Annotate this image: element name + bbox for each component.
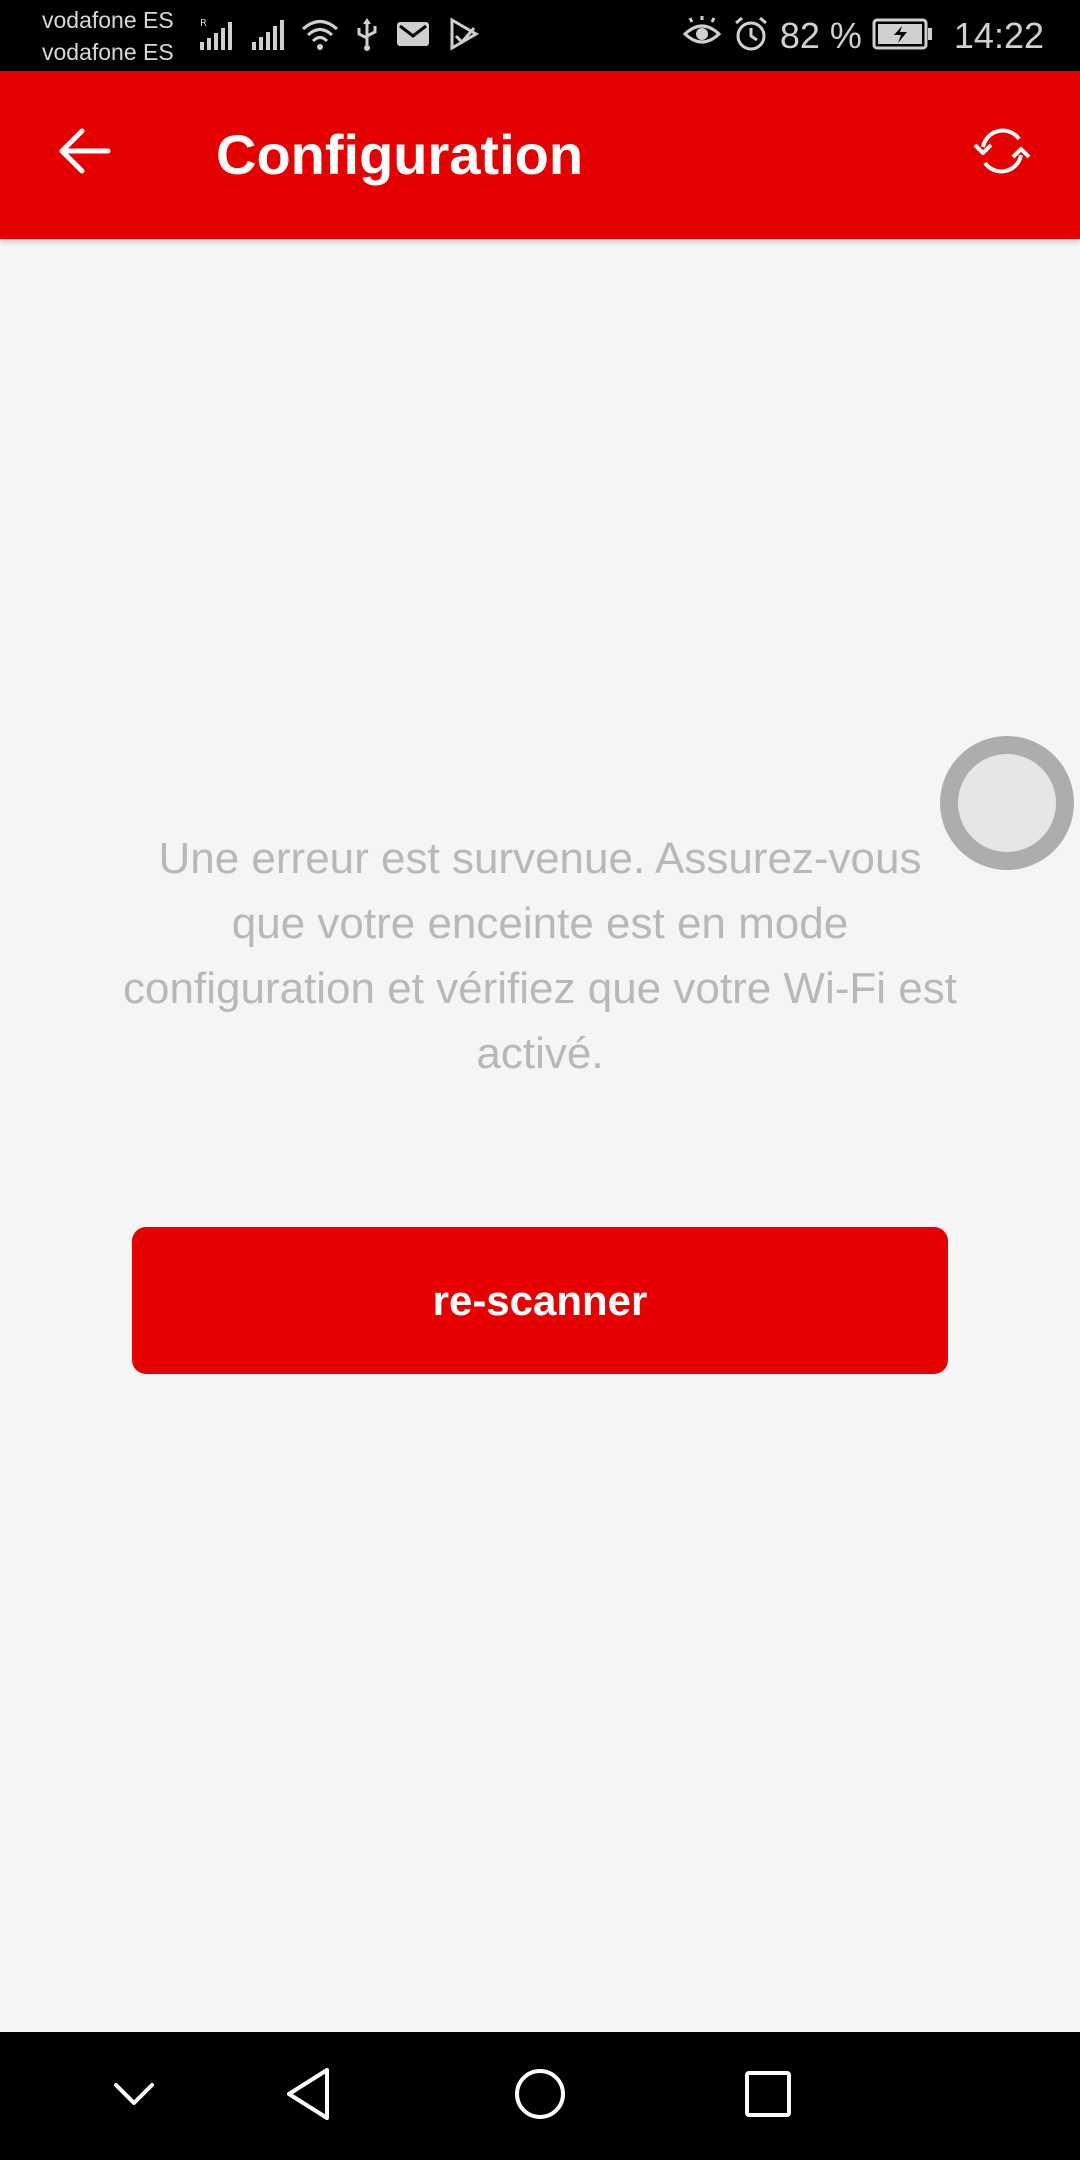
navigation-bar xyxy=(0,2032,1080,2160)
status-icons-left: R xyxy=(198,14,480,58)
signal-icon xyxy=(248,16,286,57)
back-triangle-icon xyxy=(283,2066,333,2127)
status-bar: vodafone ES vodafone ES R 82 % 14:22 xyxy=(0,0,1080,71)
clock: 14:22 xyxy=(953,15,1044,56)
nav-back-button[interactable] xyxy=(268,2056,348,2136)
carrier-labels: vodafone ES vodafone ES xyxy=(42,4,174,68)
floating-assistive-inner xyxy=(958,754,1056,852)
wifi-icon xyxy=(300,16,340,57)
usb-icon xyxy=(354,16,380,57)
eye-comfort-icon xyxy=(682,15,722,57)
recents-square-icon xyxy=(743,2069,793,2124)
play-store-icon xyxy=(446,16,480,57)
refresh-button[interactable] xyxy=(960,111,1044,195)
app-bar: Configuration xyxy=(0,71,1080,239)
back-button[interactable] xyxy=(46,115,122,191)
arrow-left-icon xyxy=(56,126,112,181)
carrier-1: vodafone ES xyxy=(42,7,174,33)
svg-text:R: R xyxy=(200,18,207,29)
carrier-2: vodafone ES xyxy=(42,39,174,65)
rescan-button[interactable]: re-scanner xyxy=(132,1227,948,1374)
home-circle-icon xyxy=(512,2066,568,2127)
nav-hide-button[interactable] xyxy=(94,2056,174,2136)
battery-charging-icon xyxy=(872,17,934,56)
refresh-icon xyxy=(971,123,1033,184)
page-title: Configuration xyxy=(216,123,584,186)
chevron-down-icon xyxy=(112,2079,156,2114)
signal-roaming-icon: R xyxy=(198,16,234,57)
error-message: Une erreur est survenue. Assurez-vous qu… xyxy=(123,834,957,1078)
floating-assistive-button[interactable] xyxy=(940,736,1074,870)
nav-recents-button[interactable] xyxy=(728,2056,808,2136)
alarm-icon xyxy=(732,15,770,58)
nav-home-button[interactable] xyxy=(500,2056,580,2136)
notification-icon xyxy=(394,16,432,57)
status-icons-right: 82 % 14:22 xyxy=(682,10,1044,62)
battery-percent: 82 % xyxy=(779,15,862,56)
